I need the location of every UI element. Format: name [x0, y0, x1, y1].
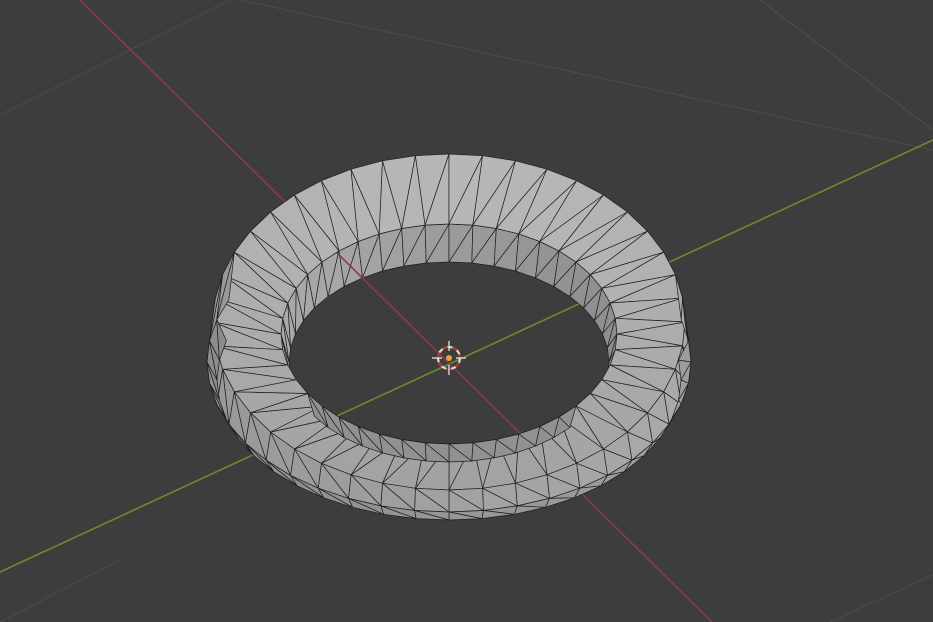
- ring-mesh[interactable]: [206, 153, 692, 521]
- grid-line: [239, 0, 933, 151]
- mesh-face: [514, 505, 546, 515]
- 3d-viewport[interactable]: [0, 0, 933, 622]
- grid-line: [0, 559, 121, 622]
- grid-line: [759, 0, 933, 131]
- grid-line: [829, 574, 933, 622]
- mesh-face: [545, 497, 575, 508]
- grid-line: [0, 0, 232, 116]
- origin-dot-icon: [446, 355, 452, 361]
- viewport-canvas[interactable]: [0, 0, 933, 622]
- floor-grid: [0, 0, 933, 622]
